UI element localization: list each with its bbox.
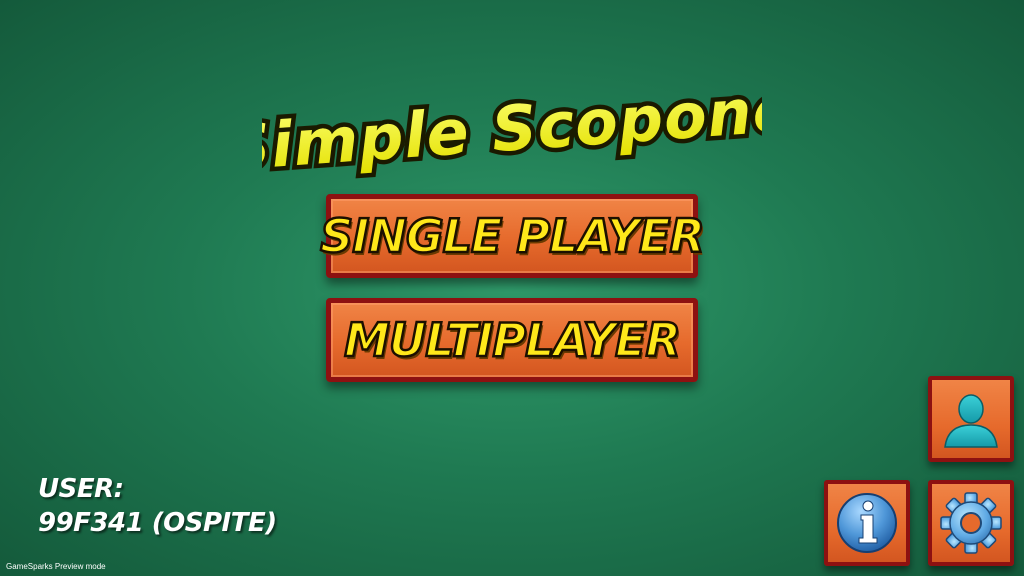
profile-button[interactable]	[928, 376, 1014, 462]
user-label: USER:	[38, 474, 124, 504]
info-button[interactable]	[824, 480, 910, 566]
user-silhouette-icon	[944, 394, 998, 448]
info-icon	[837, 493, 897, 553]
game-title: Simple Scopone	[262, 82, 762, 185]
preview-mode-text: GameSparks Preview mode	[6, 562, 106, 571]
gear-icon	[940, 492, 1002, 554]
multiplayer-label: MULTIPLAYER	[343, 313, 682, 367]
single-player-button[interactable]: SINGLE PLAYER	[319, 194, 706, 278]
user-name: 99F341 (OSPITE)	[38, 508, 277, 538]
settings-button[interactable]	[928, 480, 1014, 566]
multiplayer-button[interactable]: MULTIPLAYER	[326, 298, 698, 382]
single-player-label: SINGLE PLAYER	[319, 209, 706, 263]
main-menu-screen: Simple Scopone SINGLE PLAYER MULTIPLAYER	[0, 0, 1024, 576]
user-info: USER: 99F341 (OSPITE)	[38, 472, 277, 540]
game-title-logo: Simple Scopone	[262, 82, 762, 202]
